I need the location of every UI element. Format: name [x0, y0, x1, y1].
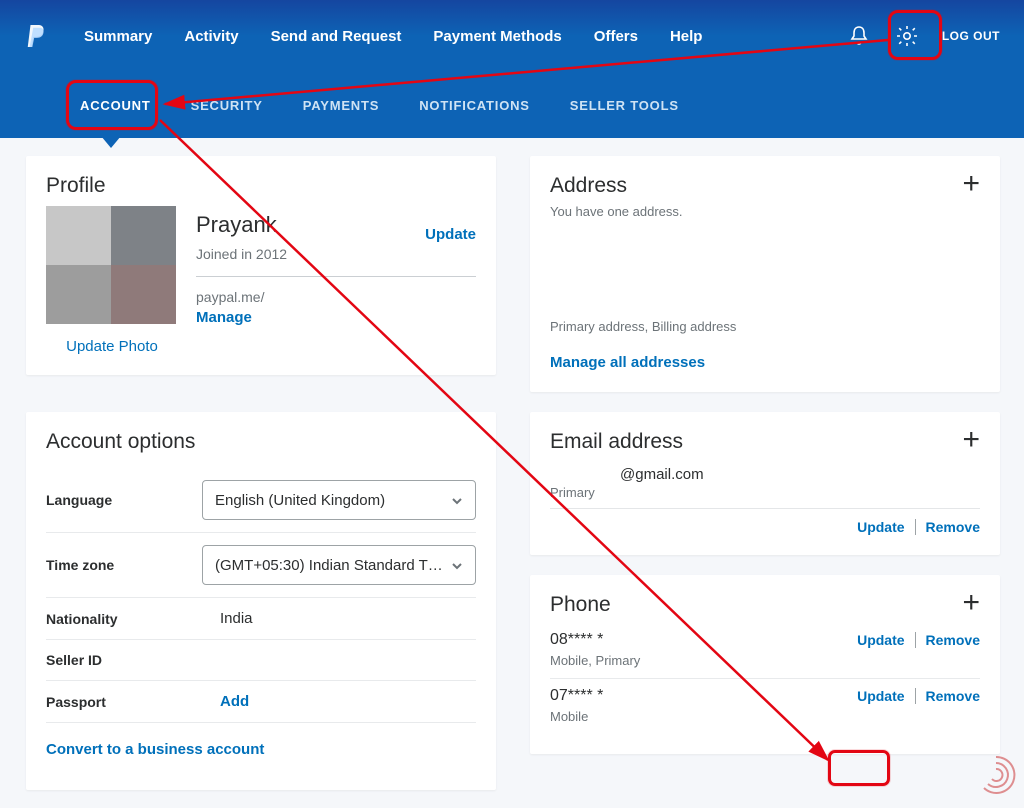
profile-update-link[interactable]: Update — [425, 226, 476, 243]
option-sellerid-row: Seller ID — [46, 640, 476, 681]
nav-payment-methods[interactable]: Payment Methods — [433, 28, 561, 45]
chevron-down-icon — [451, 559, 463, 571]
phone-number-0: 08**** * — [550, 631, 603, 649]
paypal-logo[interactable] — [24, 22, 48, 50]
settings-subnav: ACCOUNT SECURITY PAYMENTS NOTIFICATIONS … — [0, 72, 1024, 138]
address-title: Address — [550, 174, 683, 198]
address-primary-label: Primary address, Billing address — [550, 319, 980, 334]
phone-card: Phone + 08**** * Update Remove Mobile, P… — [530, 575, 1000, 754]
topnav-links: Summary Activity Send and Request Paymen… — [84, 28, 846, 45]
passport-label: Passport — [46, 694, 186, 710]
profile-title: Profile — [46, 174, 476, 198]
profile-joined: Joined in 2012 — [196, 246, 287, 262]
topnav-right: LOG OUT — [846, 23, 1000, 49]
account-options-card: Account options Language English (United… — [26, 412, 496, 790]
tab-account[interactable]: ACCOUNT — [80, 98, 151, 113]
nav-send-request[interactable]: Send and Request — [271, 28, 402, 45]
gear-icon[interactable] — [894, 23, 920, 49]
language-value: English (United Kingdom) — [215, 492, 385, 509]
address-sub: You have one address. — [550, 204, 683, 219]
nav-summary[interactable]: Summary — [84, 28, 152, 45]
option-nationality-row: Nationality India — [46, 598, 476, 640]
active-tab-indicator — [101, 136, 121, 148]
language-select[interactable]: English (United Kingdom) — [202, 480, 476, 520]
watermark-icon — [974, 753, 1018, 797]
add-email-button[interactable]: + — [962, 430, 980, 450]
phone-item-1: 07**** * Update Remove Mobile — [550, 679, 980, 734]
sellerid-label: Seller ID — [46, 652, 186, 668]
phone-type-0: Mobile, Primary — [550, 653, 980, 668]
tab-payments[interactable]: PAYMENTS — [303, 98, 379, 113]
nav-activity[interactable]: Activity — [184, 28, 238, 45]
email-card: Email address + @gmail.com Primary Updat… — [530, 412, 1000, 555]
phone-number-1: 07**** * — [550, 687, 603, 705]
language-label: Language — [46, 492, 186, 508]
manage-addresses-link[interactable]: Manage all addresses — [550, 354, 705, 371]
option-language-row: Language English (United Kingdom) — [46, 468, 476, 533]
avatar — [46, 206, 176, 324]
content-grid: Profile Update Photo Prayank Joined in 2… — [0, 138, 1024, 808]
option-timezone-row: Time zone (GMT+05:30) Indian Standard T… — [46, 533, 476, 598]
passport-add-link[interactable]: Add — [220, 693, 249, 710]
option-passport-row: Passport Add — [46, 681, 476, 723]
tab-security[interactable]: SECURITY — [191, 98, 263, 113]
separator — [915, 632, 916, 648]
nationality-label: Nationality — [46, 611, 186, 627]
account-options-title: Account options — [46, 430, 476, 454]
paypalme-label: paypal.me/ — [196, 289, 476, 305]
phone-update-0[interactable]: Update — [857, 632, 904, 648]
timezone-label: Time zone — [46, 557, 186, 573]
bell-icon[interactable] — [846, 23, 872, 49]
paypalme-manage-link[interactable]: Manage — [196, 309, 252, 326]
profile-name: Prayank — [196, 212, 287, 238]
phone-update-1[interactable]: Update — [857, 688, 904, 704]
phone-remove-0[interactable]: Remove — [926, 632, 980, 648]
convert-business-link[interactable]: Convert to a business account — [46, 741, 264, 758]
tab-seller-tools[interactable]: SELLER TOOLS — [570, 98, 679, 113]
email-type: Primary — [550, 485, 980, 500]
update-photo-link[interactable]: Update Photo — [46, 338, 178, 355]
separator — [915, 688, 916, 704]
timezone-value: (GMT+05:30) Indian Standard T… — [215, 557, 443, 574]
timezone-select[interactable]: (GMT+05:30) Indian Standard T… — [202, 545, 476, 585]
tab-notifications[interactable]: NOTIFICATIONS — [419, 98, 530, 113]
separator — [915, 519, 916, 535]
nationality-value: India — [202, 610, 476, 627]
chevron-down-icon — [451, 494, 463, 506]
logout-link[interactable]: LOG OUT — [942, 29, 1000, 43]
phone-remove-1[interactable]: Remove — [926, 688, 980, 704]
top-navbar: Summary Activity Send and Request Paymen… — [0, 0, 1024, 72]
right-lower-column: Email address + @gmail.com Primary Updat… — [530, 412, 1000, 754]
phone-title: Phone — [550, 593, 611, 617]
add-address-button[interactable]: + — [962, 174, 980, 194]
address-card: Address You have one address. + Primary … — [530, 156, 1000, 392]
phone-type-1: Mobile — [550, 709, 980, 724]
nav-offers[interactable]: Offers — [594, 28, 638, 45]
add-phone-button[interactable]: + — [962, 593, 980, 613]
email-update-link[interactable]: Update — [857, 519, 904, 535]
profile-card: Profile Update Photo Prayank Joined in 2… — [26, 156, 496, 375]
nav-help[interactable]: Help — [670, 28, 703, 45]
email-remove-link[interactable]: Remove — [926, 519, 980, 535]
email-value: @gmail.com — [550, 460, 980, 485]
email-title: Email address — [550, 430, 683, 454]
phone-item-0: 08**** * Update Remove Mobile, Primary — [550, 623, 980, 679]
